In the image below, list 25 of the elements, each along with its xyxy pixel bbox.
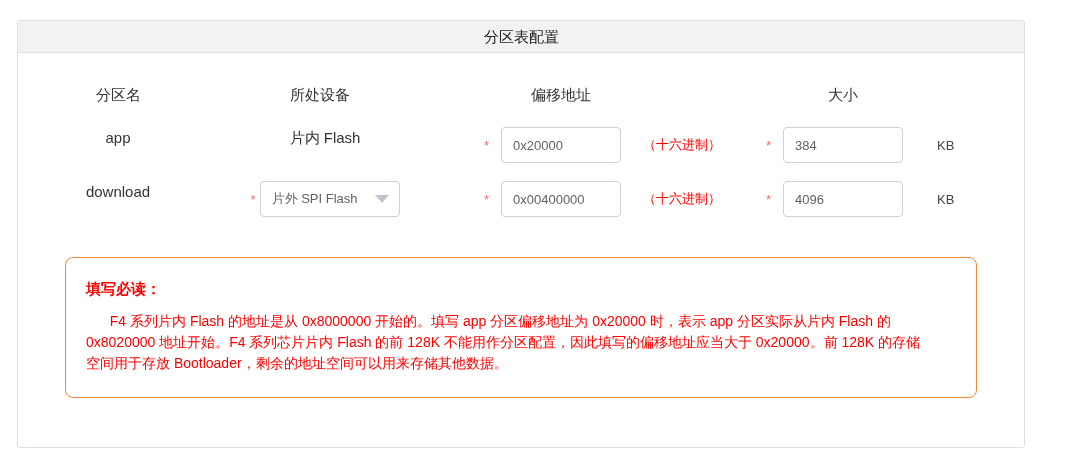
required-mark: * xyxy=(483,191,489,207)
column-header: 大小 xyxy=(827,85,859,105)
partition-name: download xyxy=(85,182,151,200)
device-name: 片内 Flash xyxy=(289,128,361,148)
required-mark: * xyxy=(250,191,256,207)
size-input[interactable]: 384 xyxy=(783,127,903,163)
unit-label: KB xyxy=(936,137,955,153)
column-header: 分区名 xyxy=(94,85,142,105)
unit-label: KB xyxy=(936,191,955,207)
panel-title: 分区表配置 xyxy=(18,21,1024,53)
required-mark: * xyxy=(483,137,489,153)
offset-input[interactable]: 0x20000 xyxy=(501,127,621,163)
hex-hint: （十六进制） xyxy=(642,136,721,154)
required-mark: * xyxy=(765,191,771,207)
caret-icon xyxy=(374,195,389,203)
device-select[interactable]: 片外 SPI Flash xyxy=(259,181,400,217)
column-header: 所处设备 xyxy=(289,85,351,105)
offset-input[interactable]: 0x00400000 xyxy=(501,181,621,217)
hex-hint: （十六进制） xyxy=(642,190,721,208)
notice-text: F4 系列片内 Flash 的地址是从 0x8000000 开始的。填写 app 分区偏移地址为 0x20000 时，表示 app 分区实际从片内 Flash 的 0x8020000 地址开始。F4 系列芯片片内 Flash 的前 128K 不能用作分区配置，因此填写的偏移地址应当大于 0x20000。前 128K 的存储空间用于存放 Bootloader，剩余的地址空间可以用来存储其他数据。 xyxy=(86,312,921,373)
partition-name: app xyxy=(105,128,131,146)
column-header: 偏移地址 xyxy=(530,85,592,105)
notice-title: 填写必读： xyxy=(86,280,162,299)
size-input[interactable]: 4096 xyxy=(783,181,903,217)
required-mark: * xyxy=(765,137,771,153)
